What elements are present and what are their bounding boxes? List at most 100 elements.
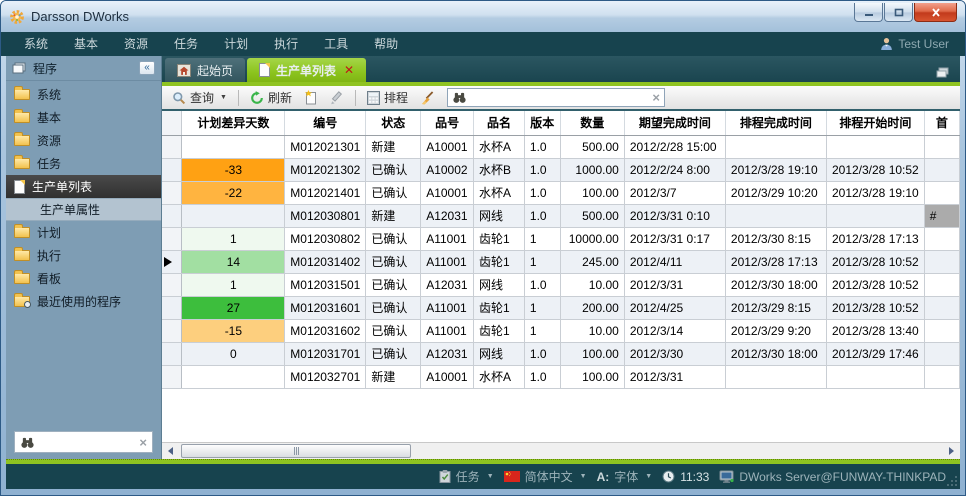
row-selector[interactable] [162,135,182,158]
cell-extra[interactable] [924,319,959,342]
current-row-indicator[interactable] [162,250,182,273]
cell-expected[interactable]: 2012/4/11 [624,250,725,273]
sidebar-item-1[interactable]: 基本 [6,106,161,129]
column-header-diff[interactable]: 计划差异天数 [182,111,285,135]
sidebar-item-0[interactable]: 系统 [6,83,161,106]
column-header-qty[interactable]: 数量 [560,111,624,135]
cell-item_name[interactable]: 网线 [474,273,525,296]
status-font[interactable]: A: 字体 ▼ [597,468,653,485]
table-row[interactable]: 14M012031402已确认A11001齿轮11245.002012/4/11… [162,250,960,273]
cell-item_no[interactable]: A10002 [421,158,474,181]
row-selector[interactable] [162,273,182,296]
cell-status[interactable]: 新建 [366,204,421,227]
cell-version[interactable]: 1.0 [524,135,560,158]
close-button[interactable] [914,3,957,22]
menu-item-0[interactable]: 系统 [11,32,61,56]
cell-sched_start[interactable] [826,365,924,388]
cell-diff[interactable]: -15 [182,319,285,342]
cell-version[interactable]: 1 [524,250,560,273]
tab-close-icon[interactable]: ✕ [344,63,354,77]
cell-extra[interactable] [924,158,959,181]
sidebar-item-8[interactable]: 看板 [6,267,161,290]
cell-expected[interactable]: 2012/3/31 [624,365,725,388]
font-dropdown-icon[interactable]: ▼ [645,473,652,480]
cell-version[interactable]: 1.0 [524,365,560,388]
cell-expected[interactable]: 2012/4/25 [624,296,725,319]
table-row[interactable]: -15M012031602已确认A11001齿轮1110.002012/3/14… [162,319,960,342]
cell-extra[interactable] [924,273,959,296]
scroll-left-icon[interactable] [162,443,179,459]
sidebar-item-9[interactable]: 最近使用的程序 [6,290,161,313]
cell-sched_end[interactable]: 2012/3/30 18:00 [725,273,826,296]
menu-item-2[interactable]: 资源 [111,32,161,56]
row-selector[interactable] [162,319,182,342]
cell-sched_end[interactable]: 2012/3/28 19:10 [725,158,826,181]
maximize-button[interactable] [884,3,913,22]
cell-sched_end[interactable] [725,135,826,158]
column-header-sched_end[interactable]: 排程完成时间 [725,111,826,135]
column-header-status[interactable]: 状态 [366,111,421,135]
menu-item-3[interactable]: 任务 [161,32,211,56]
cell-code[interactable]: M012021401 [285,181,366,204]
cell-diff[interactable]: 1 [182,227,285,250]
cell-item_no[interactable]: A10001 [421,365,474,388]
cell-item_no[interactable]: A11001 [421,250,474,273]
table-row[interactable]: M012032701新建A10001水杯A1.0100.002012/3/31 [162,365,960,388]
status-language[interactable]: 简体中文 ▼ [504,468,587,485]
cell-diff[interactable]: 1 [182,273,285,296]
user-indicator[interactable]: Test User [880,37,955,51]
sidebar-item-5[interactable]: 生产单属性 [6,198,161,221]
clean-button[interactable] [416,89,439,107]
cell-expected[interactable]: 2012/2/24 8:00 [624,158,725,181]
menu-item-1[interactable]: 基本 [61,32,111,56]
cell-extra[interactable]: # [924,204,959,227]
cell-sched_end[interactable]: 2012/3/29 9:20 [725,319,826,342]
cell-expected[interactable]: 2012/3/7 [624,181,725,204]
row-selector[interactable] [162,227,182,250]
cell-item_no[interactable]: A10001 [421,181,474,204]
column-header-expected[interactable]: 期望完成时间 [624,111,725,135]
row-selector[interactable] [162,342,182,365]
cell-code[interactable]: M012030801 [285,204,366,227]
sidebar-search-input[interactable]: × [14,431,153,453]
cell-expected[interactable]: 2012/3/14 [624,319,725,342]
row-selector[interactable] [162,365,182,388]
cell-item_no[interactable]: A11001 [421,227,474,250]
column-header-extra[interactable]: 首 [924,111,959,135]
cell-item_no[interactable]: A10001 [421,135,474,158]
cell-code[interactable]: M012031402 [285,250,366,273]
cell-qty[interactable]: 10000.00 [560,227,624,250]
cell-extra[interactable] [924,342,959,365]
cell-item_no[interactable]: A12031 [421,342,474,365]
cell-item_name[interactable]: 网线 [474,342,525,365]
task-dropdown-icon[interactable]: ▼ [487,473,494,480]
cell-sched_start[interactable]: 2012/3/29 17:46 [826,342,924,365]
clear-search-icon[interactable]: × [652,91,660,104]
cell-diff[interactable]: -22 [182,181,285,204]
cell-sched_end[interactable] [725,365,826,388]
cell-qty[interactable]: 100.00 [560,342,624,365]
cell-version[interactable]: 1.0 [524,273,560,296]
table-row[interactable]: M012021301新建A10001水杯A1.0500.002012/2/28 … [162,135,960,158]
cell-status[interactable]: 新建 [366,135,421,158]
cell-expected[interactable]: 2012/3/30 [624,342,725,365]
menu-item-7[interactable]: 帮助 [361,32,411,56]
row-selector-header[interactable] [162,111,182,135]
cell-extra[interactable] [924,181,959,204]
cell-item_name[interactable]: 齿轮1 [474,296,525,319]
resize-grip[interactable] [946,475,958,487]
cell-qty[interactable]: 500.00 [560,204,624,227]
sidebar-item-6[interactable]: 计划 [6,221,161,244]
cell-code[interactable]: M012031601 [285,296,366,319]
cell-extra[interactable] [924,250,959,273]
sidebar-item-2[interactable]: 资源 [6,129,161,152]
edit-button[interactable] [326,89,348,107]
cell-sched_start[interactable]: 2012/3/28 10:52 [826,158,924,181]
sidebar-collapse-button[interactable]: « [139,61,155,75]
schedule-button[interactable]: 排程 [363,87,412,108]
row-selector[interactable] [162,204,182,227]
menu-item-4[interactable]: 计划 [211,32,261,56]
column-header-code[interactable]: 编号 [285,111,366,135]
cell-version[interactable]: 1.0 [524,158,560,181]
language-dropdown-icon[interactable]: ▼ [580,473,587,480]
